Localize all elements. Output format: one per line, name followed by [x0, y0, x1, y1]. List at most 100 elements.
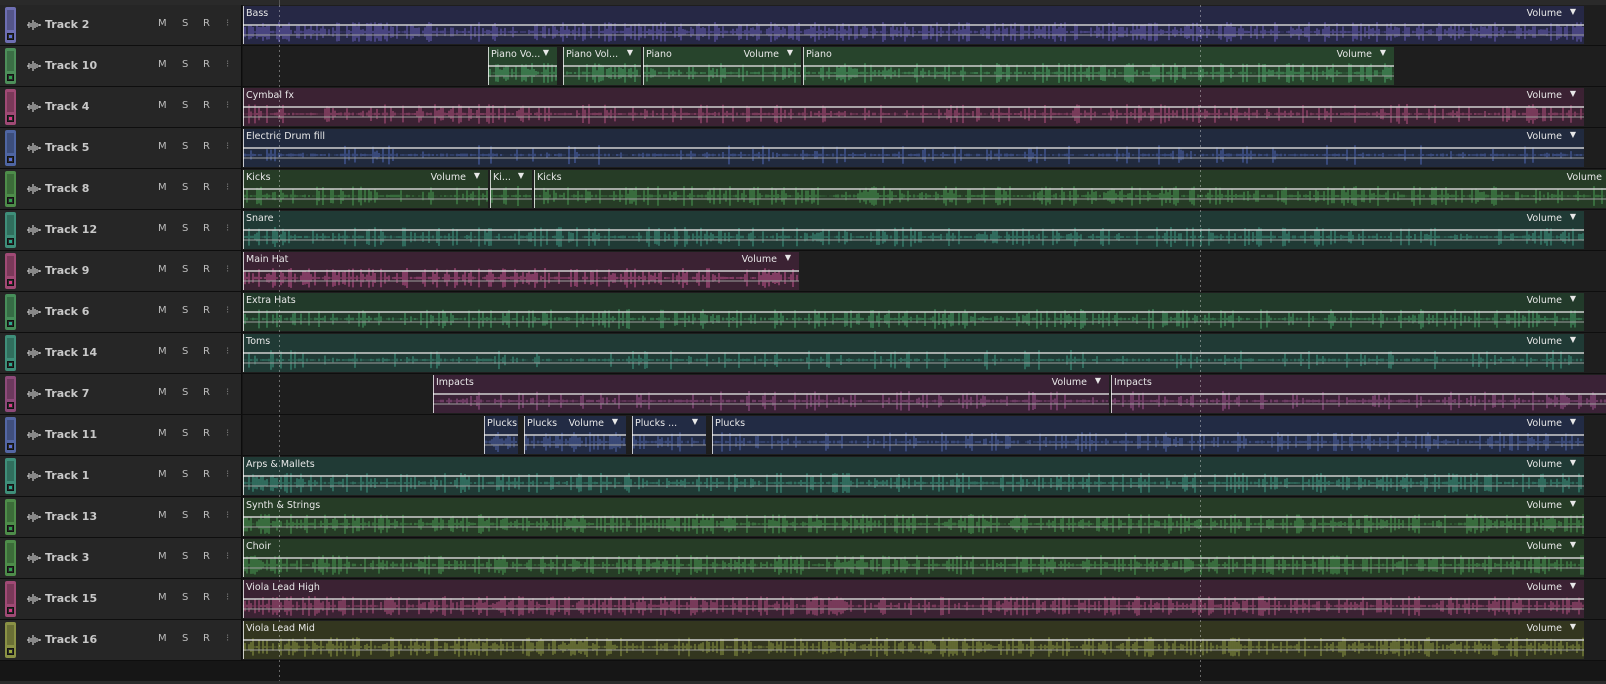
clip-envelope-param[interactable]: Volume: [744, 49, 779, 60]
audio-clip[interactable]: Kicks Volume: [534, 170, 1606, 208]
resize-grip-icon[interactable]: ⁝: [226, 141, 229, 153]
record-arm-button[interactable]: R: [203, 592, 210, 603]
chevron-down-icon[interactable]: ▼: [1570, 622, 1576, 631]
record-arm-button[interactable]: R: [203, 551, 210, 562]
drag-handle-icon[interactable]: [7, 256, 14, 276]
solo-button[interactable]: S: [182, 18, 188, 29]
chevron-down-icon[interactable]: ▼: [1570, 89, 1576, 98]
mute-button[interactable]: M: [158, 633, 167, 644]
track-header[interactable]: Track 15 M S R ⁝: [0, 579, 242, 619]
track-color-swatch[interactable]: [7, 74, 14, 81]
clip-edge[interactable]: [243, 88, 244, 126]
mute-button[interactable]: M: [158, 305, 167, 316]
track-color-swatch[interactable]: [7, 279, 14, 286]
audio-clip[interactable]: Main Hat Volume ▼: [243, 252, 799, 290]
track-header[interactable]: Track 3 M S R ⁝: [0, 538, 242, 578]
clip-edge[interactable]: [1111, 375, 1112, 413]
clip-edge[interactable]: [643, 47, 644, 85]
clip-edge[interactable]: [243, 170, 244, 208]
chevron-down-icon[interactable]: ▼: [1570, 458, 1576, 467]
track-color-swatch[interactable]: [7, 33, 14, 40]
solo-button[interactable]: S: [182, 59, 188, 70]
track-header[interactable]: Track 12 M S R ⁝: [0, 210, 242, 250]
resize-grip-icon[interactable]: ⁝: [226, 387, 229, 399]
clip-envelope-param[interactable]: Volume: [1527, 418, 1562, 429]
drag-handle-icon[interactable]: [7, 215, 14, 235]
track-color-bar[interactable]: [5, 417, 16, 453]
drag-handle-icon[interactable]: [7, 461, 14, 481]
record-arm-button[interactable]: R: [203, 305, 210, 316]
audio-clip[interactable]: Piano Volume ▼: [803, 47, 1394, 85]
record-arm-button[interactable]: R: [203, 264, 210, 275]
audio-clip[interactable]: Viola Lead High Volume ▼: [243, 580, 1584, 618]
chevron-down-icon[interactable]: ▼: [785, 253, 791, 262]
resize-grip-icon[interactable]: ⁝: [226, 305, 229, 317]
clip-envelope-param[interactable]: Volume: [431, 172, 466, 183]
solo-button[interactable]: S: [182, 223, 188, 234]
clip-edge[interactable]: [490, 170, 491, 208]
clip-envelope-param[interactable]: Volume: [1527, 90, 1562, 101]
audio-clip[interactable]: Plucks ... ▼: [632, 416, 706, 454]
audio-clip[interactable]: Plucks Volume ▼: [524, 416, 626, 454]
solo-button[interactable]: S: [182, 141, 188, 152]
resize-grip-icon[interactable]: ⁝: [226, 469, 229, 481]
track-color-bar[interactable]: [5, 458, 16, 494]
clip-edge[interactable]: [803, 47, 804, 85]
mute-button[interactable]: M: [158, 592, 167, 603]
clip-edge[interactable]: [524, 416, 525, 454]
chevron-down-icon[interactable]: ▼: [518, 171, 524, 180]
clip-edge[interactable]: [243, 334, 244, 372]
track-color-bar[interactable]: [5, 376, 16, 412]
track-color-swatch[interactable]: [7, 525, 14, 532]
track-name[interactable]: Track 12: [45, 223, 97, 236]
audio-clip[interactable]: Arps & Mallets Volume ▼: [243, 457, 1584, 495]
track-header[interactable]: Track 4 M S R ⁝: [0, 87, 242, 127]
clip-edge[interactable]: [433, 375, 434, 413]
clip-edge[interactable]: [632, 416, 633, 454]
record-arm-button[interactable]: R: [203, 100, 210, 111]
track-name[interactable]: Track 11: [45, 428, 97, 441]
chevron-down-icon[interactable]: ▼: [1570, 581, 1576, 590]
solo-button[interactable]: S: [182, 592, 188, 603]
clip-envelope-param[interactable]: Volume: [1527, 213, 1562, 224]
track-name[interactable]: Track 6: [45, 305, 89, 318]
resize-grip-icon[interactable]: ⁝: [226, 633, 229, 645]
track-header[interactable]: Track 14 M S R ⁝: [0, 333, 242, 373]
track-color-swatch[interactable]: [7, 238, 14, 245]
track-header[interactable]: Track 2 M S R ⁝: [0, 5, 242, 45]
track-name[interactable]: Track 10: [45, 59, 97, 72]
track-color-swatch[interactable]: [7, 566, 14, 573]
drag-handle-icon[interactable]: [7, 174, 14, 194]
track-header[interactable]: Track 11 M S R ⁝: [0, 415, 242, 455]
track-color-bar[interactable]: [5, 253, 16, 289]
mute-button[interactable]: M: [158, 510, 167, 521]
track-header[interactable]: Track 7 M S R ⁝: [0, 374, 242, 414]
clip-edge[interactable]: [712, 416, 713, 454]
clip-edge[interactable]: [484, 416, 485, 454]
track-color-bar[interactable]: [5, 335, 16, 371]
drag-handle-icon[interactable]: [7, 625, 14, 645]
chevron-down-icon[interactable]: ▼: [474, 171, 480, 180]
resize-grip-icon[interactable]: ⁝: [226, 59, 229, 71]
drag-handle-icon[interactable]: [7, 420, 14, 440]
track-color-swatch[interactable]: [7, 156, 14, 163]
mute-button[interactable]: M: [158, 551, 167, 562]
solo-button[interactable]: S: [182, 551, 188, 562]
track-name[interactable]: Track 4: [45, 100, 89, 113]
record-arm-button[interactable]: R: [203, 18, 210, 29]
track-name[interactable]: Track 15: [45, 592, 97, 605]
mute-button[interactable]: M: [158, 223, 167, 234]
audio-clip[interactable]: Synth & Strings Volume ▼: [243, 498, 1584, 536]
audio-clip[interactable]: Electric Drum fill Volume ▼: [243, 129, 1584, 167]
clip-edge[interactable]: [534, 170, 535, 208]
audio-clip[interactable]: Piano Vol... ▼: [563, 47, 641, 85]
clip-edge[interactable]: [243, 6, 244, 44]
clip-envelope-param[interactable]: Volume: [1527, 459, 1562, 470]
chevron-down-icon[interactable]: ▼: [1570, 417, 1576, 426]
chevron-down-icon[interactable]: ▼: [543, 48, 549, 57]
track-color-bar[interactable]: [5, 171, 16, 207]
record-arm-button[interactable]: R: [203, 510, 210, 521]
clip-envelope-param[interactable]: Volume: [1527, 295, 1562, 306]
mute-button[interactable]: M: [158, 100, 167, 111]
drag-handle-icon[interactable]: [7, 92, 14, 112]
